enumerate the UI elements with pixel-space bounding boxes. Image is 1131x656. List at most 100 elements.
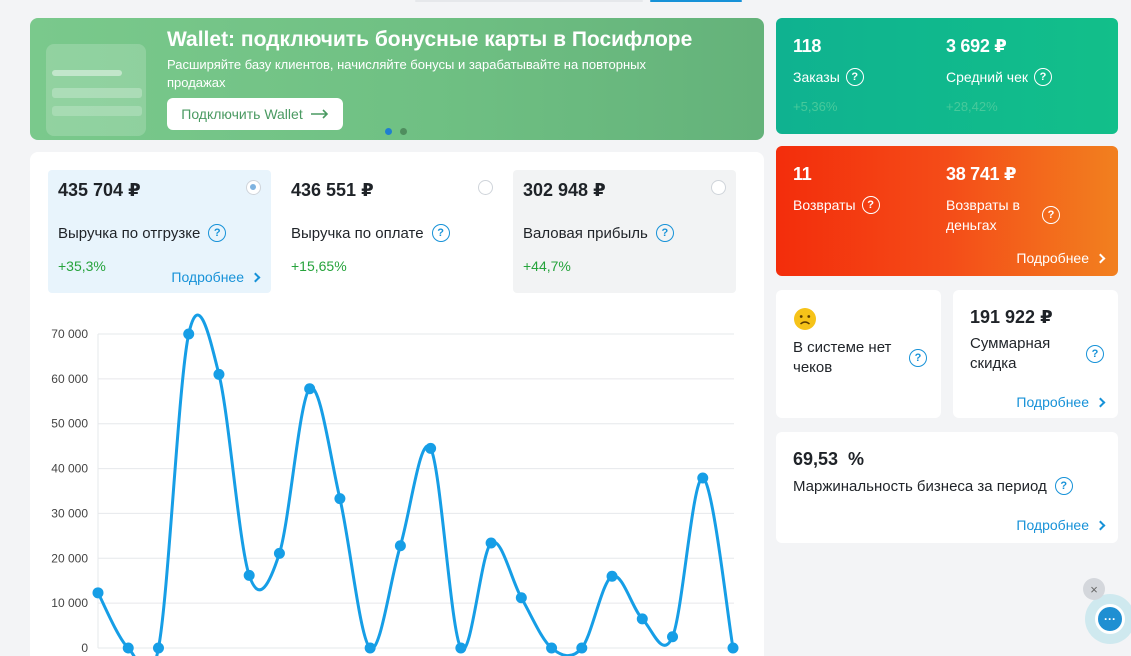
data-point[interactable] <box>546 642 558 654</box>
returns-value: 11 <box>793 164 812 184</box>
no-checks-card: В системе нет чеков ? <box>776 290 941 418</box>
help-icon[interactable]: ? <box>208 224 227 242</box>
data-point[interactable] <box>394 540 406 552</box>
discount-more-link[interactable]: Подробнее <box>1016 394 1106 410</box>
data-point[interactable] <box>485 537 497 549</box>
banner-pagination <box>385 128 407 135</box>
sad-face-icon <box>794 308 816 330</box>
tile-radio[interactable] <box>246 180 261 195</box>
top-progress-line <box>0 0 1131 2</box>
data-point[interactable] <box>92 587 104 599</box>
top-line-segment <box>415 0 643 2</box>
data-point[interactable] <box>304 383 316 395</box>
revenue-card: 435 704 ₽ Выручка по отгрузке? +35,3% По… <box>30 152 764 656</box>
banner-title: Wallet: подключить бонусные карты в Поси… <box>167 28 693 51</box>
chevron-right-icon <box>1095 253 1106 263</box>
chevron-right-icon <box>250 272 261 282</box>
margin-more-link[interactable]: Подробнее <box>1016 517 1106 533</box>
discount-value: 191 922 ₽ <box>970 307 1053 327</box>
margin-label: Маржинальность бизнеса за период <box>793 477 1047 495</box>
connect-wallet-button[interactable]: Подключить Wallet <box>167 98 343 130</box>
wallet-banner: Wallet: подключить бонусные карты в Поси… <box>30 18 764 140</box>
orders-value: 118 <box>793 36 822 56</box>
y-tick-label: 40 000 <box>51 462 88 476</box>
tile-more-link[interactable]: Подробнее <box>171 269 261 285</box>
tile-value: 302 948 ₽ <box>523 180 606 200</box>
chat-bubble-icon: ··· <box>1095 604 1125 634</box>
returns-metric: 11 Возвраты? <box>793 164 880 215</box>
data-point[interactable] <box>606 570 618 582</box>
tile-gross-profit[interactable]: 302 948 ₽ Валовая прибыль? +44,7% <box>513 170 736 293</box>
orders-delta: +5,36% <box>793 99 838 114</box>
top-line-segment-active <box>650 0 742 2</box>
help-icon[interactable]: ? <box>1086 345 1104 363</box>
data-point[interactable] <box>213 368 225 380</box>
tile-revenue-shipment[interactable]: 435 704 ₽ Выручка по отгрузке? +35,3% По… <box>48 170 271 293</box>
tile-radio[interactable] <box>711 180 726 195</box>
orders-kpi-card: 118 Заказы? +5,36% 3 692 ₽ Средний чек? … <box>776 18 1118 134</box>
data-point[interactable] <box>425 442 437 454</box>
tile-more-label: Подробнее <box>171 269 244 285</box>
data-point[interactable] <box>636 613 648 625</box>
no-checks-label: В системе нет чеков <box>793 339 892 376</box>
help-icon[interactable]: ? <box>845 68 864 86</box>
data-point[interactable] <box>727 642 739 654</box>
y-tick-label: 0 <box>81 641 88 655</box>
data-point[interactable] <box>667 631 679 643</box>
y-tick-label: 30 000 <box>51 506 88 520</box>
tile-label: Выручка по оплате <box>291 224 424 242</box>
returns-money-label: Возвраты в деньгах <box>946 197 1020 233</box>
y-tick-label: 50 000 <box>51 417 88 431</box>
discount-more-label: Подробнее <box>1016 394 1089 410</box>
help-icon[interactable]: ? <box>861 196 880 214</box>
returns-money-value: 38 741 ₽ <box>946 164 1017 184</box>
data-point[interactable] <box>515 592 527 604</box>
margin-value: 69,53 % <box>793 449 865 469</box>
discount-label: Суммарная скидка <box>970 335 1051 372</box>
close-icon[interactable]: × <box>1083 578 1105 600</box>
avg-check-label: Средний чек <box>946 69 1029 85</box>
pagination-dot[interactable] <box>400 128 407 135</box>
data-point[interactable] <box>334 493 346 505</box>
data-point[interactable] <box>576 642 588 654</box>
data-point[interactable] <box>243 569 255 581</box>
data-point[interactable] <box>122 642 134 654</box>
data-point[interactable] <box>455 642 467 654</box>
connect-wallet-label: Подключить Wallet <box>181 106 303 122</box>
chat-button[interactable]: ··· <box>1085 594 1131 644</box>
margin-more-label: Подробнее <box>1016 517 1089 533</box>
help-icon[interactable]: ? <box>431 224 450 242</box>
data-point[interactable] <box>152 642 164 654</box>
y-tick-label: 70 000 <box>51 327 88 341</box>
y-tick-label: 20 000 <box>51 551 88 565</box>
help-icon[interactable]: ? <box>1054 477 1073 495</box>
avg-check-metric: 3 692 ₽ Средний чек? +28,42% <box>946 36 1053 114</box>
banner-text: Расширяйте базу клиентов, начисляйте бон… <box>167 57 646 90</box>
help-icon[interactable]: ? <box>1034 68 1053 86</box>
data-point[interactable] <box>183 328 195 340</box>
avg-check-value: 3 692 ₽ <box>946 36 1007 56</box>
data-point[interactable] <box>364 642 376 654</box>
y-tick-label: 10 000 <box>51 596 88 610</box>
returns-label: Возвраты <box>793 197 856 213</box>
margin-card: 69,53 % Маржинальность бизнеса за период… <box>776 432 1118 543</box>
tile-value: 436 551 ₽ <box>291 180 374 200</box>
tile-value: 435 704 ₽ <box>58 180 141 200</box>
arrow-right-icon <box>310 109 328 119</box>
tile-revenue-payment[interactable]: 436 551 ₽ Выручка по оплате? +15,65% <box>281 170 503 293</box>
chevron-right-icon <box>1095 520 1106 530</box>
discount-card: 191 922 ₽ Суммарная скидка ? Подробнее <box>953 290 1118 418</box>
help-icon[interactable]: ? <box>909 349 927 367</box>
help-icon[interactable]: ? <box>655 224 674 242</box>
help-icon[interactable]: ? <box>1042 206 1060 224</box>
returns-more-link[interactable]: Подробнее <box>1016 250 1106 266</box>
orders-label: Заказы <box>793 69 840 85</box>
pagination-dot-active[interactable] <box>385 128 392 135</box>
tile-delta: +35,3% <box>58 258 106 274</box>
data-point[interactable] <box>273 547 285 559</box>
chevron-right-icon <box>1095 397 1106 407</box>
revenue-line-chart: 0 10 000 20 000 30 000 40 000 50 000 60 000 70 … <box>51 313 739 656</box>
tile-delta: +15,65% <box>291 258 347 274</box>
tile-radio[interactable] <box>478 180 493 195</box>
data-point[interactable] <box>697 472 709 484</box>
